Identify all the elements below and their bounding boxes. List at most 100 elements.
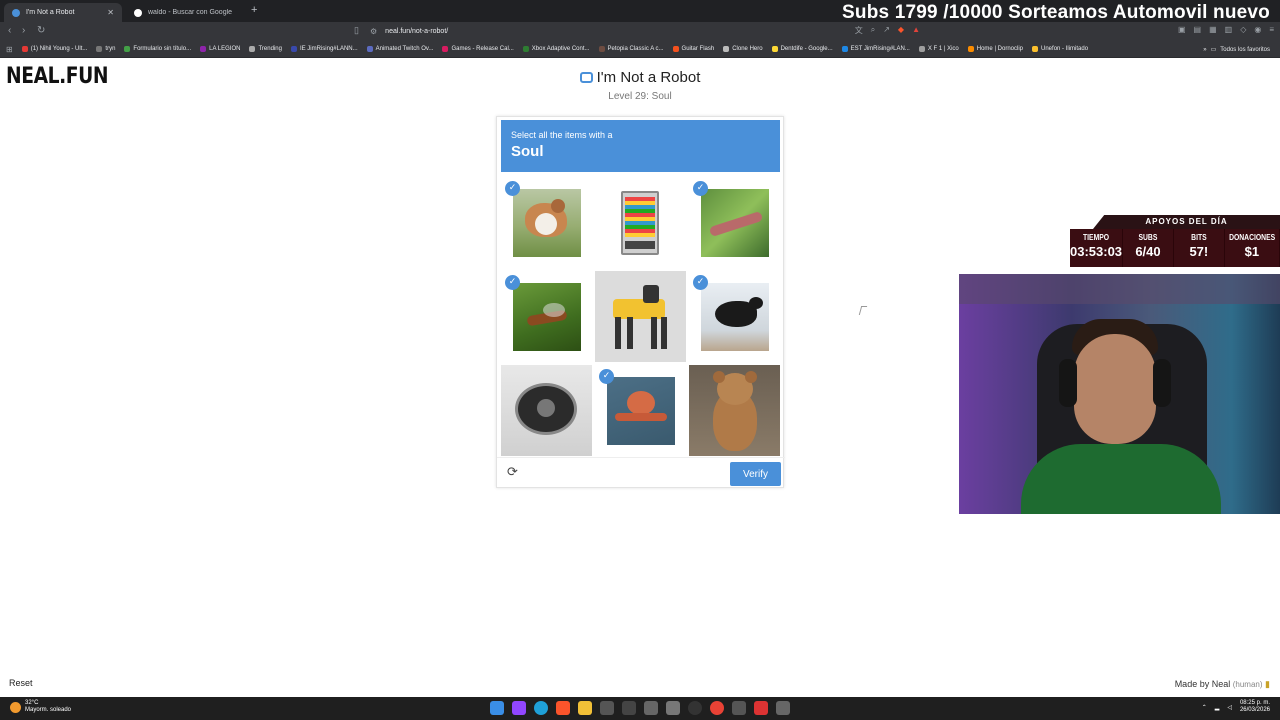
brave-icon[interactable]: [556, 701, 570, 715]
twitch-app-icon[interactable]: [512, 701, 526, 715]
brave-shield-icon[interactable]: ◆: [898, 25, 904, 36]
mosquito-image: [513, 283, 581, 351]
wallet-icon[interactable]: ▦: [1209, 25, 1217, 34]
captcha-instruction: Select all the items with a: [511, 130, 613, 140]
bookmark-item[interactable]: (1) Nihil Young - Ult...: [21, 46, 87, 52]
verify-button[interactable]: Verify: [730, 462, 781, 486]
captcha-grid: ✓ ✓ ✓ ✓ ✓: [501, 177, 780, 456]
captcha-keyword: Soul: [511, 143, 544, 160]
edge-icon[interactable]: [534, 701, 548, 715]
captcha-box: Select all the items with a Soul ✓ ✓ ✓ ✓…: [496, 116, 785, 488]
made-by-credit[interactable]: Made by Neal (human) ▮: [1175, 679, 1270, 690]
vpn-icon[interactable]: ◇: [1240, 25, 1246, 34]
bookmark-item[interactable]: EST JimRising#LAN...: [841, 46, 910, 52]
bookmark-item[interactable]: Clone Hero: [723, 46, 763, 52]
chrome-icon[interactable]: [710, 701, 724, 715]
stream-subs-banner: Subs 1799 /10000 Sorteamos Automovil nue…: [842, 2, 1270, 23]
address-actions: 文 ⌕ ↗ ◆ ▲: [855, 25, 920, 36]
reset-button[interactable]: Reset: [9, 678, 33, 688]
bookmarks-bar: ⊞ (1) Nihil Young - Ult... tryn Formular…: [0, 41, 1280, 58]
bookmark-item[interactable]: Formulario sin título...: [124, 46, 191, 52]
share-icon[interactable]: ↗: [883, 25, 890, 36]
captcha-tile-robot-vacuum[interactable]: [501, 365, 592, 456]
bookmark-item[interactable]: Petopia Classic A c...: [598, 46, 664, 52]
robot-favicon-icon: [12, 8, 20, 17]
all-bookmarks[interactable]: » ▭ Todos los favoritos: [1197, 41, 1270, 57]
tray-expand-icon[interactable]: ⌃: [1202, 704, 1207, 711]
captcha-tile-teddy-bear[interactable]: [689, 365, 780, 456]
sidebar-icon[interactable]: ▤: [1194, 25, 1202, 34]
apps-icon[interactable]: ⊞: [6, 45, 13, 54]
bookmark-item[interactable]: Games - Release Cal...: [442, 46, 514, 52]
rewards-icon[interactable]: ▲: [912, 25, 920, 36]
browser-toolbar: ‹ › ↻ ▯ ⚙ neal.fun/not-a-robot/ 文 ⌕ ↗ ◆ …: [0, 22, 1280, 41]
app-icon[interactable]: [600, 701, 614, 715]
captcha-header: Select all the items with a Soul: [501, 120, 780, 172]
bookmark-item[interactable]: Guitar Flash: [672, 46, 714, 52]
bookmark-item[interactable]: Xbox Adaptive Cont...: [522, 46, 590, 52]
captcha-tile-robot-dog[interactable]: [595, 271, 686, 362]
weather-widget[interactable]: 32°C Mayorm. soleado: [10, 700, 71, 714]
bookmark-item[interactable]: IE JimRising#LANN...: [290, 46, 358, 52]
tabs-icon[interactable]: ▥: [1225, 25, 1233, 34]
app-icon[interactable]: [732, 701, 746, 715]
extensions-icon[interactable]: ▣: [1178, 25, 1186, 34]
octopus-image: [607, 377, 675, 445]
bookmark-item[interactable]: Home | Dornoclip: [967, 46, 1023, 52]
toolbar-icons: ▣ ▤ ▦ ▥ ◇ ◉ ≡: [1178, 25, 1274, 34]
site-info-icon[interactable]: ⚙: [370, 27, 377, 36]
back-icon[interactable]: ‹: [8, 25, 11, 36]
all-bookmarks-label: Todos los favoritos: [1220, 46, 1270, 53]
zoom-icon[interactable]: ⌕: [871, 25, 875, 36]
app-icon[interactable]: [776, 701, 790, 715]
folder-icon: ▭: [1210, 47, 1217, 53]
selected-check-icon: ✓: [505, 275, 520, 290]
close-tab-icon[interactable]: ✕: [107, 8, 114, 17]
streamer-webcam: [959, 274, 1280, 514]
bookmark-item[interactable]: LA LEGION: [200, 46, 240, 52]
start-icon[interactable]: [490, 701, 504, 715]
app-icon[interactable]: [644, 701, 658, 715]
translate-icon[interactable]: 文: [855, 25, 863, 36]
captcha-tile-vending-machine[interactable]: [595, 177, 686, 268]
bookmark-item[interactable]: X F 1 | Xico: [918, 46, 959, 52]
teddy-bear-image: [689, 365, 780, 456]
captcha-tile-octopus[interactable]: ✓: [595, 365, 686, 456]
stream-stats-panel: TIEMPO 03:53:03 SUBS 6/40 BITS 57! DONACION…: [1070, 229, 1280, 267]
bookmark-icon[interactable]: ▯: [354, 25, 359, 36]
volume-icon[interactable]: ◁: [1227, 704, 1232, 711]
profile-icon[interactable]: ◉: [1254, 25, 1261, 34]
address-bar[interactable]: ⚙ neal.fun/not-a-robot/: [370, 24, 910, 39]
forward-icon[interactable]: ›: [22, 25, 25, 36]
captcha-tile-mosquito[interactable]: ✓: [501, 271, 592, 362]
settings-icon[interactable]: [666, 701, 680, 715]
dog-image: [513, 189, 581, 257]
file-explorer-icon[interactable]: [578, 701, 592, 715]
app-icon[interactable]: [754, 701, 768, 715]
bookmark-item[interactable]: Dentdife - Google...: [771, 46, 833, 52]
url-text: neal.fun/not-a-robot/: [385, 28, 449, 35]
bookmark-item[interactable]: Animated Twitch Ov...: [366, 46, 433, 52]
captcha-tile-dog[interactable]: ✓: [501, 177, 592, 268]
refresh-icon[interactable]: ⟳: [507, 466, 521, 480]
captcha-tile-worm[interactable]: ✓: [689, 177, 780, 268]
bookmark-item[interactable]: Unefon - Ilimitado: [1032, 46, 1088, 52]
more-bookmarks-icon[interactable]: »: [1203, 47, 1206, 53]
captcha-tile-crow[interactable]: ✓: [689, 271, 780, 362]
selected-check-icon: ✓: [599, 369, 614, 384]
tab-not-a-robot[interactable]: I'm Not a Robot ✕: [4, 3, 122, 22]
bookmark-item[interactable]: Trending: [249, 46, 282, 52]
system-tray: ⌃ ▂ ◁ 08:25 p. m. 26/03/2026: [1202, 700, 1270, 714]
reload-icon[interactable]: ↻: [37, 25, 45, 36]
new-tab-icon[interactable]: +: [251, 4, 257, 16]
app-icon[interactable]: [622, 701, 636, 715]
bookmark-item[interactable]: tryn: [96, 46, 115, 52]
tab-title: waldo - Buscar con Google: [148, 9, 233, 16]
page-title: I'm Not a Robot: [0, 69, 1280, 86]
obs-icon[interactable]: [688, 701, 702, 715]
menu-icon[interactable]: ≡: [1269, 25, 1274, 34]
tab-waldo-search[interactable]: waldo - Buscar con Google: [126, 3, 246, 22]
robot-icon: [579, 72, 593, 83]
wifi-icon[interactable]: ▂: [1215, 704, 1220, 711]
system-clock[interactable]: 08:25 p. m. 26/03/2026: [1240, 700, 1270, 714]
